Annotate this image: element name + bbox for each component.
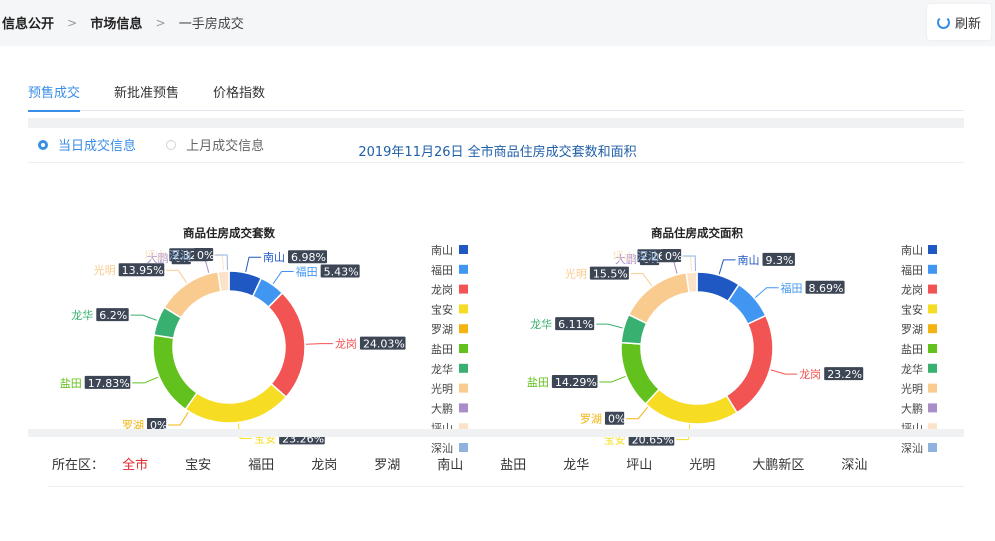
breadcrumb-separator: > bbox=[67, 15, 78, 30]
district-option[interactable]: 罗湖 bbox=[374, 454, 400, 473]
divider-line bbox=[48, 486, 964, 487]
breadcrumb-market[interactable]: 市场信息 bbox=[90, 17, 142, 32]
refresh-icon bbox=[936, 15, 950, 29]
divider-line bbox=[28, 162, 964, 163]
tab-new-presale[interactable]: 新批准预售 bbox=[114, 82, 179, 110]
refresh-label: 刷新 bbox=[954, 16, 981, 32]
district-option[interactable]: 坪山 bbox=[626, 454, 652, 473]
district-filter-label: 所在区： bbox=[52, 458, 105, 473]
district-option[interactable]: 南山 bbox=[437, 454, 463, 473]
refresh-button[interactable]: 刷新 bbox=[927, 4, 991, 40]
district-option[interactable]: 全市 bbox=[122, 454, 148, 473]
breadcrumb: 信息公开 > 市场信息 > 一手房成交 bbox=[2, 13, 244, 33]
district-option[interactable]: 龙华 bbox=[563, 454, 589, 473]
top-bar: 信息公开 > 市场信息 > 一手房成交 刷新 bbox=[0, 0, 995, 46]
district-option[interactable]: 宝安 bbox=[185, 454, 211, 473]
district-option[interactable]: 福田 bbox=[248, 454, 274, 473]
divider-strip bbox=[28, 118, 964, 128]
district-option[interactable]: 大鹏新区 bbox=[752, 454, 804, 473]
district-option[interactable]: 光明 bbox=[689, 454, 715, 473]
breadcrumb-current: 一手房成交 bbox=[178, 17, 244, 32]
tab-bar: 预售成交 新批准预售 价格指数 bbox=[28, 82, 964, 112]
breadcrumb-info[interactable]: 信息公开 bbox=[2, 17, 54, 32]
district-option[interactable]: 龙岗 bbox=[311, 454, 337, 473]
district-filter: 所在区： 全市 宝安 福田 龙岗 罗湖 南山 盐田 龙华 坪山 光明 大鹏新区 深汕 bbox=[52, 454, 904, 473]
district-option[interactable]: 深汕 bbox=[841, 454, 867, 473]
tab-presale-deals[interactable]: 预售成交 bbox=[28, 82, 81, 112]
tab-price-index[interactable]: 价格指数 bbox=[213, 82, 265, 110]
district-option[interactable]: 盐田 bbox=[500, 454, 526, 473]
divider-strip bbox=[28, 429, 964, 437]
main-chart-title: 2019年11月26日 全市商品住房成交套数和面积 bbox=[358, 145, 637, 160]
breadcrumb-separator: > bbox=[155, 15, 166, 30]
